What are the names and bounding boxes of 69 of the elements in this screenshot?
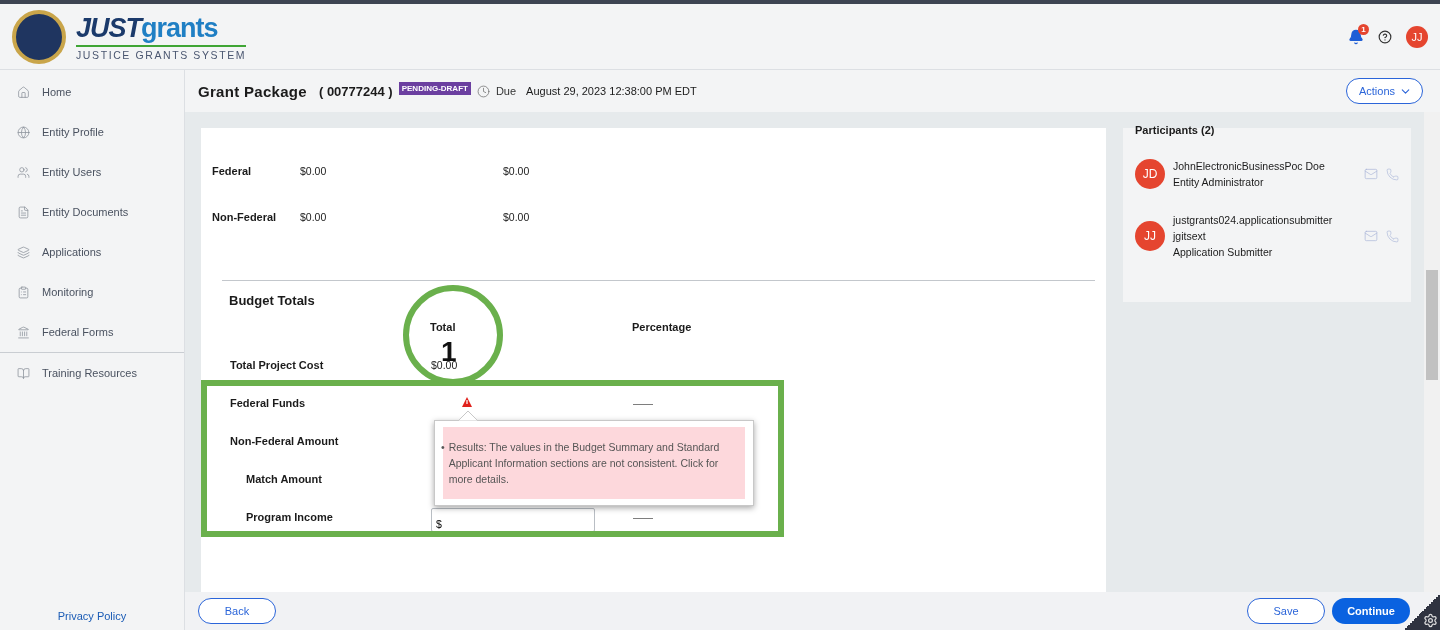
sidebar-item[interactable]: Applications <box>0 232 184 272</box>
phone-icon[interactable] <box>1386 167 1399 181</box>
cost-label: Non-Federal <box>212 211 278 223</box>
continue-button[interactable]: Continue <box>1332 598 1410 624</box>
sidebar-item[interactable]: Entity Profile <box>0 112 184 152</box>
participant-text: justgrants024.applicationsubmitter <box>1173 213 1334 228</box>
actions-button[interactable]: Actions <box>1345 78 1423 104</box>
mail-icon[interactable] <box>1364 167 1378 181</box>
page-title: Grant Package <box>198 82 307 100</box>
cost-label: Federal <box>212 165 253 177</box>
notification-count: 1 <box>1358 23 1369 35</box>
cost-value: $0.00 <box>503 165 531 177</box>
sidebar-item[interactable]: Monitoring <box>0 272 184 312</box>
sidebar-item[interactable]: Entity Users <box>0 152 184 192</box>
row-label: Total Project Cost <box>230 359 325 371</box>
sidebar-icon <box>17 125 30 139</box>
cost-value: $0.00 <box>300 165 328 177</box>
sidebar-icon <box>17 325 30 339</box>
column-header: Percentage <box>632 321 693 333</box>
percentage-dash: —— <box>633 511 653 523</box>
settings-icon <box>1423 613 1438 628</box>
panel-title: Participants (2) <box>1135 124 1216 136</box>
input-field[interactable]: $ <box>431 508 595 532</box>
bullet: • <box>441 440 445 455</box>
status-badge: PENDING-DRAFT <box>398 82 471 95</box>
row-label: Match Amount <box>246 473 323 485</box>
participant-text: jgitsext <box>1173 229 1207 244</box>
privacy-link[interactable]: Privacy Policy <box>57 610 127 630</box>
participant-avatar: JJ <box>1135 221 1165 251</box>
cost-value: $0.00 <box>300 211 328 223</box>
row-label: Federal Funds <box>230 397 307 409</box>
save-button[interactable]: Save <box>1247 598 1325 624</box>
sidebar-icon <box>17 245 30 259</box>
participant-text: Application Submitter <box>1173 245 1274 260</box>
row-label: Program Income <box>246 511 334 523</box>
section-heading: Budget Totals <box>229 293 316 308</box>
phone-icon[interactable] <box>1386 229 1399 243</box>
sidebar-icon <box>17 85 30 99</box>
row-label: Non-Federal Amount <box>230 435 340 447</box>
percentage-dash: —— <box>633 397 653 409</box>
sidebar-icon <box>17 285 30 299</box>
back-button[interactable]: Back <box>198 598 276 624</box>
sidebar-item[interactable]: Entity Documents <box>0 192 184 232</box>
user-avatar[interactable]: JJ <box>1406 25 1428 48</box>
clock-icon <box>476 84 490 98</box>
sidebar-item[interactable]: Federal Forms <box>0 312 184 352</box>
due-date: August 29, 2023 12:38:00 PM EDT <box>526 85 697 97</box>
seal-logo <box>12 9 66 64</box>
sidebar-item[interactable]: Home <box>0 72 184 112</box>
package-id: ( 00777244 ) <box>318 83 393 99</box>
notification-bell-icon[interactable] <box>1348 28 1364 45</box>
participant-text: Entity Administrator <box>1173 175 1265 190</box>
sidebar-icon <box>17 366 30 380</box>
logo-subtitle: JUSTICE GRANTS SYSTEM <box>76 48 247 61</box>
participant-avatar: JD <box>1135 159 1165 189</box>
column-header: Total <box>430 321 457 333</box>
scrollbar[interactable] <box>1424 112 1440 592</box>
mail-icon[interactable] <box>1364 229 1378 243</box>
due-label: Due <box>495 85 517 97</box>
sidebar-icon <box>17 205 30 219</box>
participant-text: JohnElectronicBusinessPoc Doe <box>1173 159 1326 174</box>
logo-text: JUST <box>76 12 142 44</box>
warning-icon <box>461 396 473 408</box>
logo-text: grants <box>141 12 218 44</box>
sidebar-item[interactable]: Training Resources <box>0 353 184 393</box>
settings-corner[interactable] <box>1404 594 1440 630</box>
sidebar-icon <box>17 165 30 179</box>
help-icon[interactable] <box>1378 29 1392 44</box>
cost-value: $0.00 <box>503 211 531 223</box>
